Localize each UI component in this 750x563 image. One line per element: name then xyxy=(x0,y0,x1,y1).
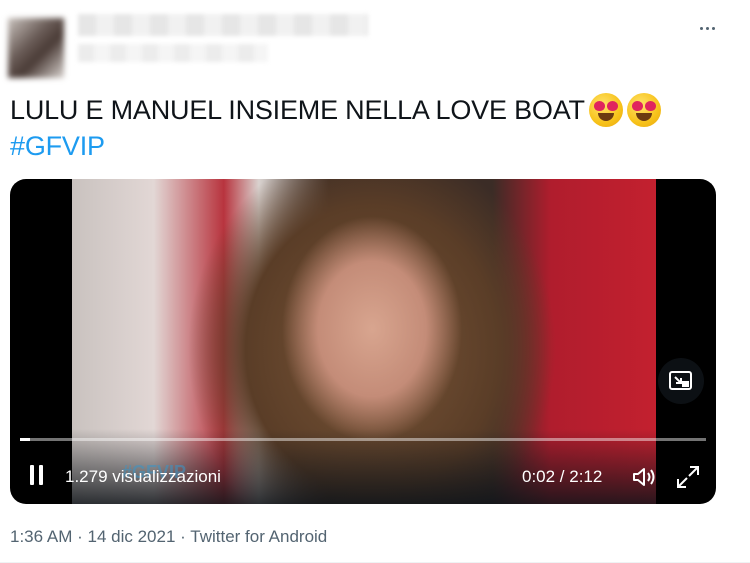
more-horizontal-icon-dot xyxy=(711,26,715,30)
picture-in-picture-button[interactable] xyxy=(658,358,704,404)
pause-icon xyxy=(29,465,34,485)
tweet-time[interactable]: 1:36 AM xyxy=(10,527,72,546)
tweet-header xyxy=(0,0,750,90)
tweet-text-content: LULU E MANUEL INSIEME NELLA LOVE BOAT xyxy=(10,95,585,125)
heart-eyes-emoji-icon xyxy=(588,93,623,127)
meta-separator: · xyxy=(77,527,83,546)
fullscreen-icon xyxy=(677,466,699,488)
more-options-button[interactable] xyxy=(690,16,724,40)
more-horizontal-icon xyxy=(699,26,703,30)
meta-separator: · xyxy=(180,527,186,546)
tweet-meta: 1:36 AM · 14 dic 2021 · Twitter for Andr… xyxy=(10,527,327,547)
more-horizontal-icon-dot xyxy=(705,26,709,30)
volume-icon xyxy=(633,468,655,486)
tweet-text-line: LULU E MANUEL INSIEME NELLA LOVE BOAT xyxy=(10,92,730,128)
video-controls: 1.279 visualizzazioni 0:02 / 2:12 xyxy=(10,457,716,497)
fullscreen-button[interactable] xyxy=(674,463,702,491)
author-name-blurred[interactable] xyxy=(78,14,368,36)
tweet-date[interactable]: 14 dic 2021 xyxy=(88,527,176,546)
pause-icon-bar xyxy=(38,465,43,485)
hashtag-link[interactable]: #GFVIP xyxy=(10,128,105,164)
pause-button[interactable] xyxy=(24,465,48,487)
heart-eyes-emoji-icon xyxy=(626,93,661,127)
avatar-blurred[interactable] xyxy=(8,18,64,78)
picture-in-picture-icon xyxy=(669,371,692,390)
video-player[interactable]: #GFVIP 1.279 visualizzazioni 0:02 / 2:12 xyxy=(10,179,716,504)
tweet-source[interactable]: Twitter for Android xyxy=(190,527,327,546)
volume-button[interactable] xyxy=(630,463,658,491)
view-count: 1.279 visualizzazioni xyxy=(65,467,221,486)
tweet-text: LULU E MANUEL INSIEME NELLA LOVE BOAT #G… xyxy=(10,92,730,164)
video-time: 0:02 / 2:12 xyxy=(522,467,603,486)
author-handle-blurred xyxy=(78,44,268,62)
video-progress-bar[interactable] xyxy=(20,438,706,441)
video-progress-fill xyxy=(20,438,31,441)
